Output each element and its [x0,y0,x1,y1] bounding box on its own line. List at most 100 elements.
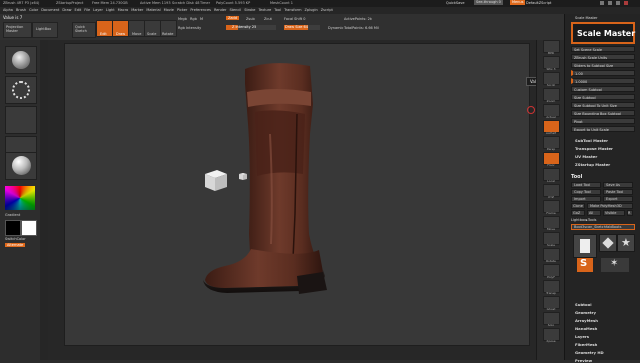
menus-button[interactable]: Menus [510,0,526,5]
menu-item-render[interactable]: Render [214,8,226,12]
subtool-section[interactable]: Subtool [575,302,592,307]
goz-button[interactable]: GoZ [571,210,585,216]
menu-item-alpha[interactable]: Alpha [3,8,13,12]
load-tool-button[interactable]: Load Tool [571,182,601,188]
fibermesh-section[interactable]: FiberMesh [575,342,597,347]
menu-item-layer[interactable]: Layer [93,8,103,12]
close-icon[interactable] [624,1,628,5]
custom-subtool-button[interactable]: Custom Subtool [571,86,635,92]
preview-section[interactable]: Preview [575,358,592,363]
export-unit-scale-button[interactable]: Export to Unit Scale [571,126,635,132]
menu-item-material[interactable]: Material [146,8,160,12]
clone-button[interactable]: Clone [571,203,585,209]
quick-sketch-button[interactable]: Quick Sketch [72,22,96,38]
menu-item-draw[interactable]: Draw [62,8,71,12]
simplebrush-tool-thumbnail[interactable]: S [577,258,593,272]
dynamic-toggle[interactable]: Dynamic [328,26,343,30]
large-cube[interactable] [205,170,227,191]
zsub-toggle[interactable]: Zsub [246,17,255,21]
arraymesh-section[interactable]: ArrayMesh [575,318,598,323]
r-button[interactable]: R [627,210,633,216]
maximize-icon[interactable] [616,1,620,5]
cube-tool-thumbnail[interactable] [599,234,617,252]
menu-item-light[interactable]: Light [106,8,115,12]
m-toggle[interactable]: M [200,17,203,21]
save-as-button[interactable]: Save As [603,182,633,188]
paste-tool-button[interactable]: Paste Tool [603,189,633,195]
menu-item-stroke[interactable]: Stroke [244,8,255,12]
menu-item-document[interactable]: Document [41,8,59,12]
uv-master-section[interactable]: UV Master [575,154,597,159]
geometry-hd-section[interactable]: Geometry HD [575,350,604,355]
export-button[interactable]: Export [603,196,633,202]
lightbox-tools-button[interactable]: Lightbox▸Tools [571,218,596,222]
small-cube[interactable] [239,173,247,180]
menu-item-texture[interactable]: Texture [258,8,271,12]
zadd-toggle[interactable]: Zadd [226,16,239,20]
pivot-button[interactable]: Pivot [571,118,635,124]
nanomesh-section[interactable]: NanoMesh [575,326,597,331]
polymesh-tool-thumbnail[interactable]: ✶ [601,258,629,272]
subtool-master-section[interactable]: SubTool Master [575,138,608,143]
see-through-slider[interactable]: See-through 0 [474,0,503,5]
menu-item-brush[interactable]: Brush [16,8,26,12]
menu-item-transform[interactable]: Transform [284,8,301,12]
menu-item-preferences[interactable]: Preferences [190,8,211,12]
switch-color-button[interactable]: SwitchColor [5,237,26,241]
zbrush-scale-units[interactable]: ZBrush Scale Units [571,54,635,60]
boot-tool-thumbnail[interactable] [573,234,597,258]
alternate-toggle[interactable]: Alternate [5,243,26,247]
menu-item-macro[interactable]: Macro [118,8,129,12]
menu-item-zscript[interactable]: Zscript [321,8,333,12]
import-button[interactable]: Import [571,196,601,202]
scale-x-slider[interactable]: 1.00 [571,70,635,76]
tool-palette-header[interactable]: Tool [571,174,582,180]
geometry-section[interactable]: Geometry [575,310,596,315]
projection-master-button[interactable]: Projection Master [3,22,32,38]
all-button[interactable]: All [587,210,601,216]
quicksave-button[interactable]: QuickSave [446,1,465,5]
star-tool-thumbnail[interactable]: ★ [617,234,635,252]
stroke-thumbnail[interactable] [5,76,37,104]
visible-button[interactable]: Visible [603,210,625,216]
move-button[interactable]: Move [128,20,145,37]
gradient-toggle[interactable]: Gradient [5,213,20,217]
material-thumbnail[interactable] [5,152,37,180]
document-canvas[interactable] [64,43,530,346]
menu-item-tool[interactable]: Tool [274,8,281,12]
menu-item-stencil[interactable]: Stencil [229,8,241,12]
size-bounding-box-button[interactable]: Size Bounding Box Subtool [571,110,635,116]
menu-item-movie[interactable]: Movie [164,8,174,12]
transpose-master-section[interactable]: Transpose Master [575,146,613,151]
copy-tool-button[interactable]: Copy Tool [571,189,601,195]
menu-item-color[interactable]: Color [29,8,38,12]
boot-model[interactable] [65,44,529,345]
brush-thumbnail[interactable] [5,46,37,74]
layers-section[interactable]: Layers [575,334,589,339]
menu-item-zplugin[interactable]: Zplugin [304,8,317,12]
draw-size-slider[interactable]: Draw Size 64 [284,25,320,30]
rgb-intensity-slider[interactable]: Rgb Intensity [178,26,201,30]
left-tray-handle[interactable] [40,40,48,360]
zstartup-master-section[interactable]: ZStartup Master [575,162,610,167]
minimize-icon[interactable] [608,1,612,5]
menu-item-marker[interactable]: Marker [131,8,143,12]
menu-item-file[interactable]: File [84,8,90,12]
sliders-to-subtool-size[interactable]: Sliders to Subtool Size [571,62,635,68]
rgb-toggle[interactable]: Rgb [190,17,197,21]
mrgb-toggle[interactable]: Mrgb [178,17,187,21]
draw-button[interactable]: Draw [112,20,129,37]
size-subtool-unit-button[interactable]: Size Subtool To Unit Size [571,102,635,108]
size-subtool-button[interactable]: Size Subtool [571,94,635,100]
edit-button[interactable]: Edit [96,20,113,37]
scale-y-slider[interactable]: 1.0000 [571,78,635,84]
lightbox-button[interactable]: LightBox [32,22,58,38]
menu-item-picker[interactable]: Picker [177,8,187,12]
make-polymesh-button[interactable]: Make PolyMesh3D [587,203,633,209]
current-tool-slider[interactable]: Boot3scan_SketchfabBoots [571,224,635,230]
main-color-swatch[interactable] [5,220,21,236]
focal-shift-slider[interactable]: Focal Shift 0 [284,17,305,21]
secondary-color-swatch[interactable] [21,220,37,236]
color-picker[interactable] [5,186,35,210]
z-intensity-slider[interactable]: Z Intensity 25 [226,25,276,30]
